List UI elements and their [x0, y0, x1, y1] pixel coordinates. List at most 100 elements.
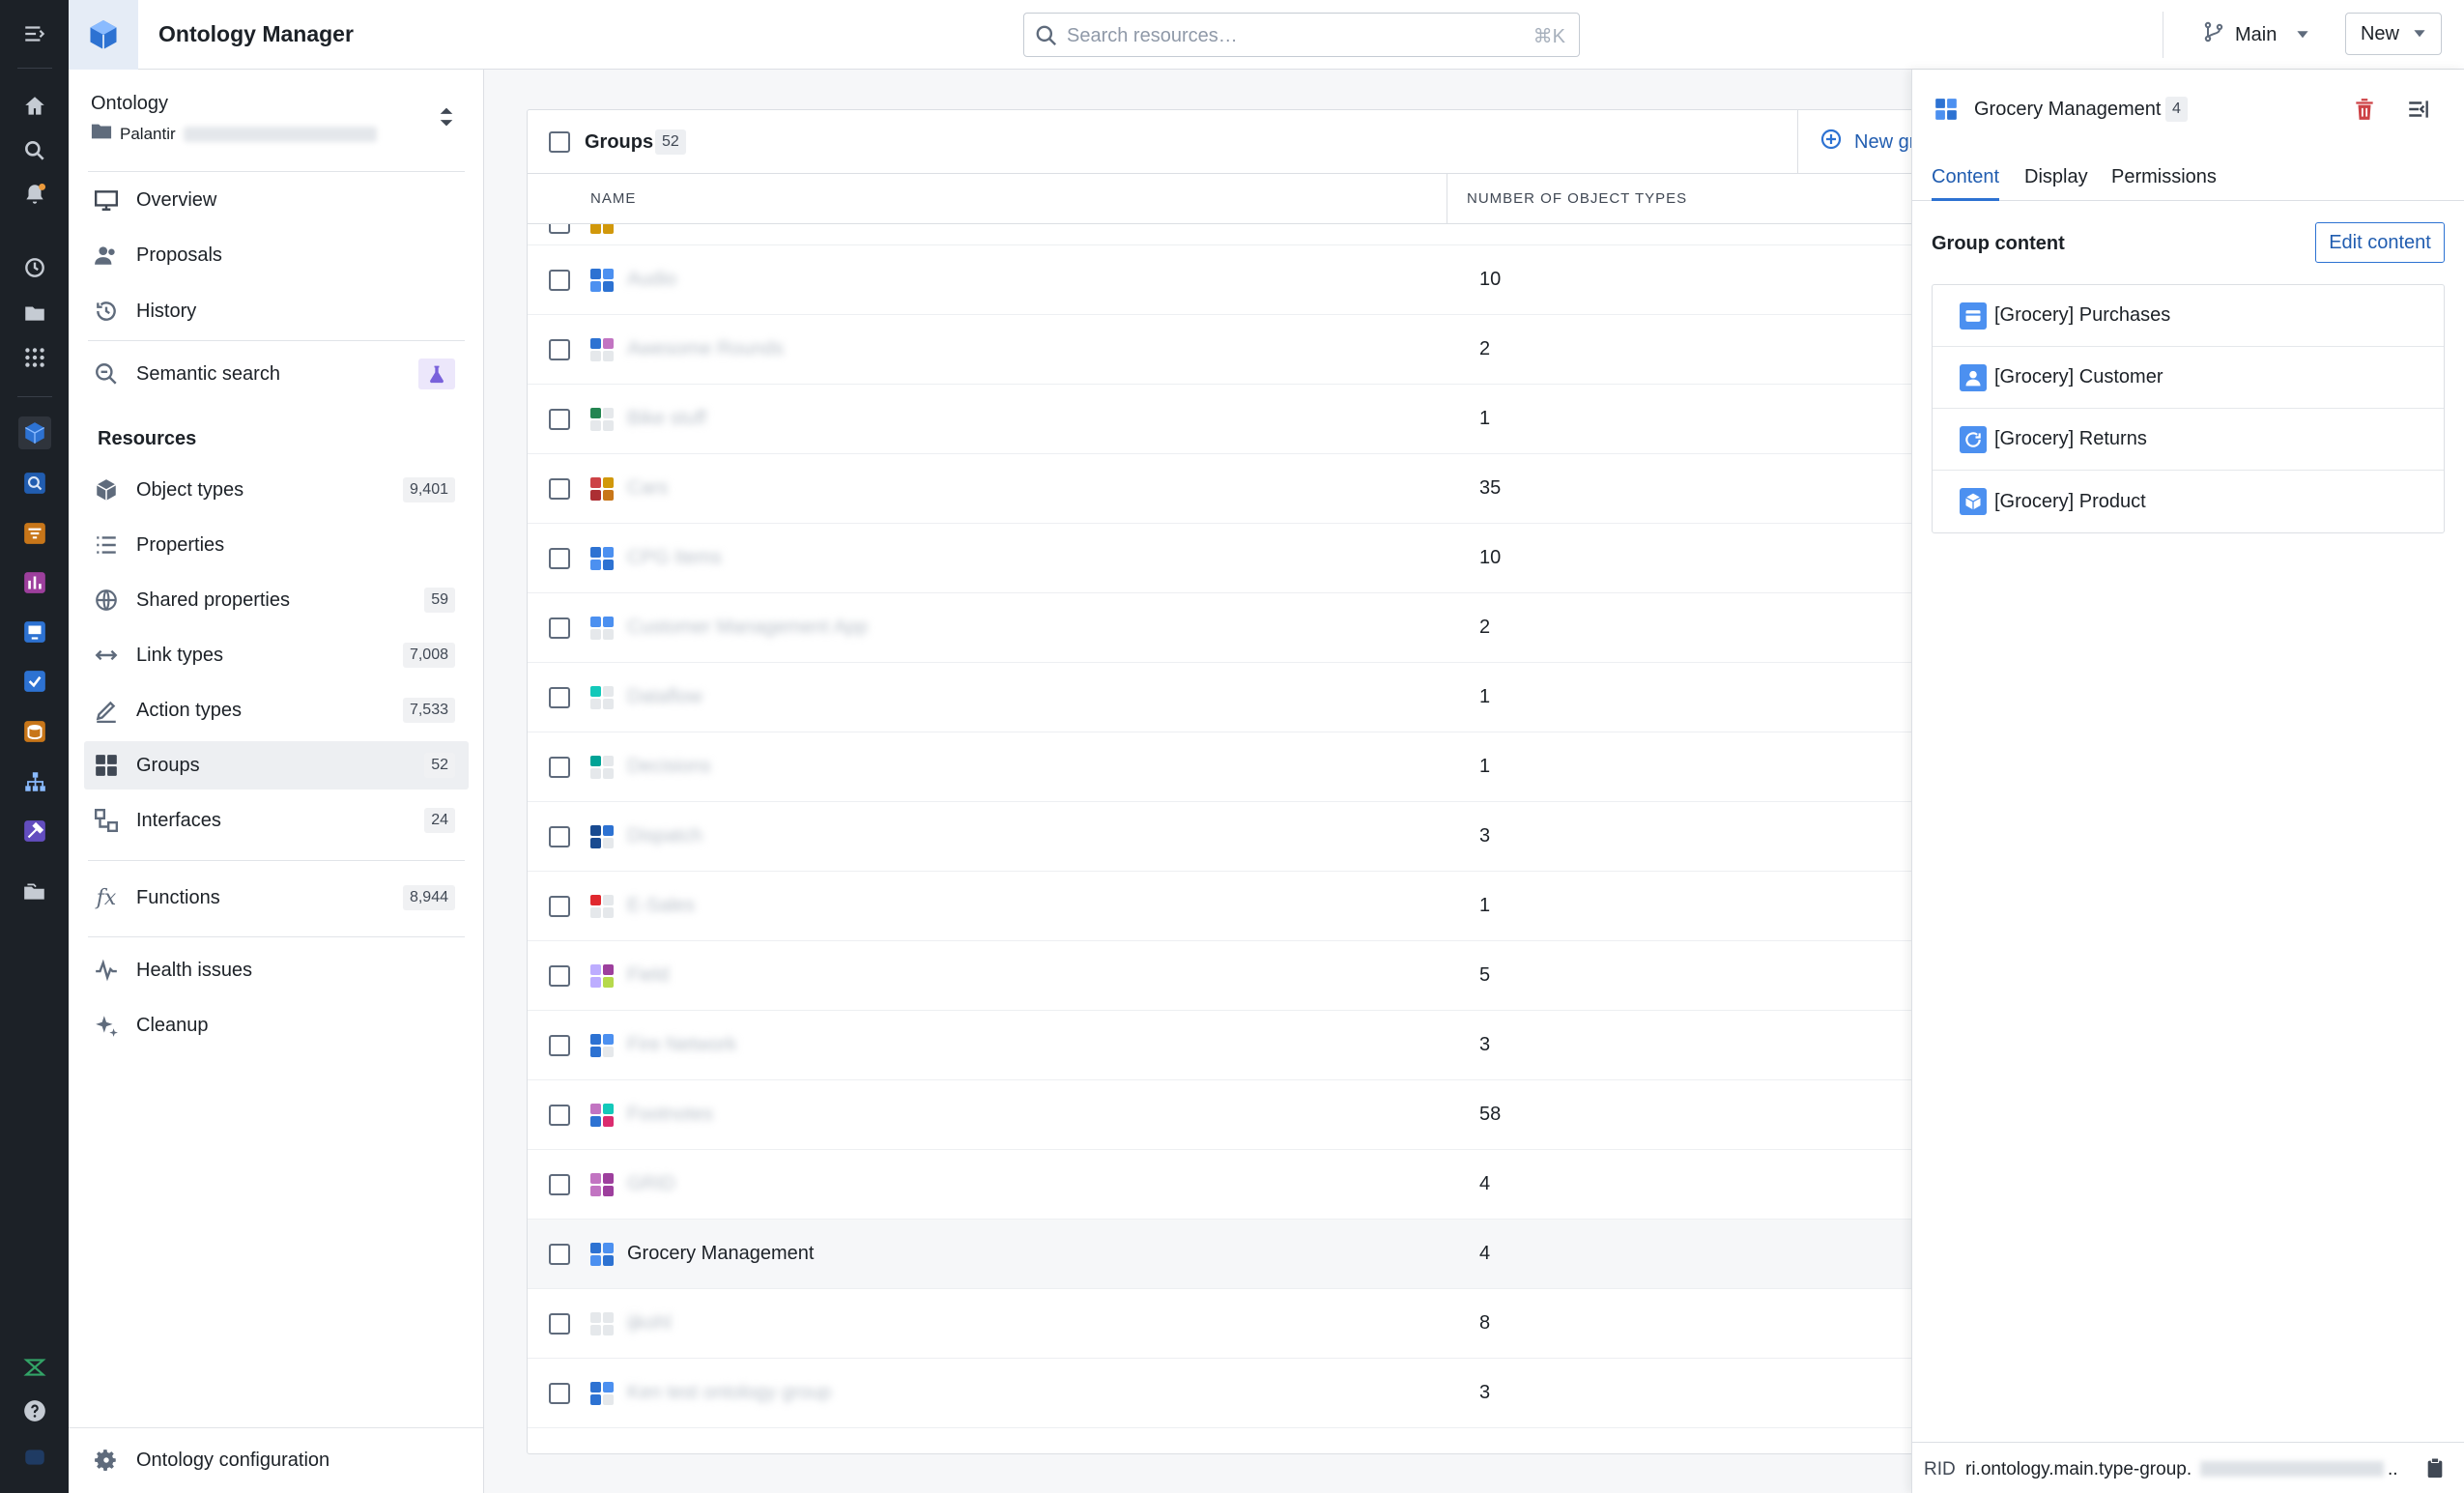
row-name[interactable]: Audio [627, 269, 676, 291]
lineage-app-icon[interactable] [18, 765, 51, 798]
table-row[interactable]: CPG Items 10 [528, 524, 1917, 593]
row-name[interactable]: GRID [627, 1173, 675, 1195]
row-name[interactable]: Grocery Management [627, 1243, 814, 1265]
nav-properties[interactable]: Properties [84, 521, 469, 569]
search-input[interactable]: Search resources… ⌘K [1023, 13, 1580, 57]
table-row[interactable]: Dataflow 1 [528, 663, 1917, 732]
aip-icon[interactable] [18, 1351, 51, 1384]
table-row[interactable]: GRID 4 [528, 1150, 1917, 1220]
folder-icon[interactable] [18, 297, 51, 330]
table-row[interactable]: Decisions 1 [528, 732, 1917, 802]
row-name[interactable]: Ken test ontology group [627, 1382, 831, 1404]
nav-object-types[interactable]: Object types 9,401 [84, 466, 469, 514]
row-checkbox[interactable] [549, 1244, 570, 1265]
table-row[interactable]: ijkohl 8 [528, 1289, 1917, 1359]
column-name-header[interactable]: NAME [590, 190, 636, 207]
code-repo-icon[interactable] [18, 815, 51, 847]
menu-toggle-icon[interactable] [18, 17, 51, 50]
collapse-panel-icon[interactable] [2406, 97, 2431, 127]
nav-proposals[interactable]: Proposals [84, 231, 469, 279]
row-name[interactable]: CPG Items [627, 547, 722, 569]
clipboard-icon[interactable] [2424, 1456, 2446, 1485]
row-checkbox[interactable] [549, 548, 570, 569]
row-checkbox[interactable] [549, 687, 570, 708]
ontology-configuration[interactable]: Ontology configuration [69, 1427, 483, 1493]
table-row[interactable]: Grocery Management 4 [528, 1220, 1917, 1289]
table-row[interactable]: Ken test ontology group 3 [528, 1359, 1917, 1428]
nav-health-issues[interactable]: Health issues [84, 946, 469, 994]
list-item[interactable]: [Grocery] Product [1933, 471, 2444, 532]
table-row[interactable]: Awesome Rounds 2 [528, 315, 1917, 385]
row-name[interactable]: Field [627, 964, 669, 987]
chevron-updown-icon[interactable] [439, 106, 454, 132]
workshop-app-icon[interactable] [18, 616, 51, 648]
row-checkbox[interactable] [549, 896, 570, 917]
row-checkbox[interactable] [549, 1313, 570, 1335]
row-name[interactable]: Awesome Rounds [627, 338, 784, 360]
list-item[interactable]: [Grocery] Purchases [1933, 285, 2444, 347]
row-checkbox[interactable] [549, 270, 570, 291]
tab-display[interactable]: Display [2024, 166, 2088, 201]
list-item[interactable]: [Grocery] Customer [1933, 347, 2444, 409]
recent-icon[interactable] [18, 251, 51, 284]
row-checkbox[interactable] [549, 617, 570, 639]
edit-content-button[interactable]: Edit content [2315, 222, 2445, 263]
row-checkbox[interactable] [549, 1105, 570, 1126]
column-count-header[interactable]: NUMBER OF OBJECT TYPES [1467, 190, 1687, 207]
row-name[interactable]: ijkohl [627, 1312, 672, 1335]
tab-content[interactable]: Content [1932, 166, 2000, 201]
nav-link-types[interactable]: Link types 7,008 [84, 631, 469, 679]
ontology-logo-icon[interactable] [69, 0, 138, 70]
nav-overview[interactable]: Overview [84, 176, 469, 224]
list-item[interactable]: [Grocery] Returns [1933, 409, 2444, 471]
nav-action-types[interactable]: Action types 7,533 [84, 686, 469, 734]
user-avatar-icon[interactable] [18, 1441, 51, 1474]
tab-permissions[interactable]: Permissions [2111, 166, 2217, 201]
table-row[interactable]: Customer Management App 2 [528, 593, 1917, 663]
table-row-partial[interactable] [528, 224, 1917, 245]
row-name[interactable]: Customer Management App [627, 617, 868, 639]
nav-functions[interactable]: fx Functions 8,944 [84, 874, 469, 922]
row-name[interactable]: Dispatch [627, 825, 702, 847]
row-name[interactable]: Bike stuff [627, 408, 706, 430]
actions-app-icon[interactable] [18, 665, 51, 698]
new-button[interactable]: New [2345, 13, 2442, 55]
row-checkbox[interactable] [549, 1383, 570, 1404]
nav-cleanup[interactable]: Cleanup [84, 1001, 469, 1049]
select-all-checkbox[interactable] [549, 131, 570, 153]
table-row[interactable]: Field 5 [528, 941, 1917, 1011]
table-row[interactable]: Dispatch 3 [528, 802, 1917, 872]
apps-grid-icon[interactable] [18, 341, 51, 374]
row-checkbox[interactable] [549, 826, 570, 847]
ontology-selector[interactable]: Palantir [91, 122, 377, 146]
pipeline-app-icon[interactable] [18, 517, 51, 550]
table-row[interactable]: E-Sales 1 [528, 872, 1917, 941]
row-name[interactable]: Fire Network [627, 1034, 736, 1056]
object-explorer-icon[interactable] [18, 467, 51, 500]
row-checkbox[interactable] [549, 339, 570, 360]
files-icon[interactable] [18, 876, 51, 908]
row-checkbox[interactable] [549, 478, 570, 500]
nav-semantic-search[interactable]: Semantic search [84, 350, 469, 398]
notifications-icon[interactable] [18, 178, 51, 211]
row-name[interactable]: Cars [627, 477, 668, 500]
nav-interfaces[interactable]: Interfaces 24 [84, 796, 469, 845]
row-checkbox[interactable] [549, 1174, 570, 1195]
home-icon[interactable] [18, 90, 51, 123]
rid-value[interactable]: ri.ontology.main.type-group. [1965, 1459, 2192, 1480]
table-row[interactable]: Audio 10 [528, 245, 1917, 315]
branch-selector[interactable]: Main [2194, 14, 2317, 56]
row-checkbox[interactable] [549, 965, 570, 987]
table-row[interactable]: Fire Network 3 [528, 1011, 1917, 1080]
table-row[interactable]: Cars 35 [528, 454, 1917, 524]
row-name[interactable]: Dataflow [627, 686, 702, 708]
row-name[interactable]: Footnotes [627, 1104, 713, 1126]
nav-history[interactable]: History [84, 287, 469, 335]
search-icon[interactable] [18, 134, 51, 167]
row-name[interactable]: E-Sales [627, 895, 695, 917]
row-name[interactable]: Decisions [627, 756, 711, 778]
trash-icon[interactable] [2352, 97, 2377, 127]
table-row[interactable]: Footnotes 58 [528, 1080, 1917, 1150]
row-checkbox[interactable] [549, 409, 570, 430]
quiver-app-icon[interactable] [18, 566, 51, 599]
